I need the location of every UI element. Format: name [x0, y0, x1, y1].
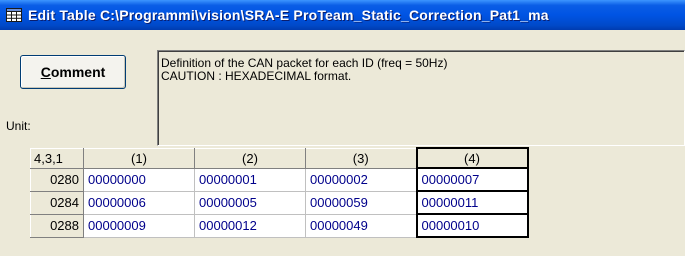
row-header[interactable]: 0284 [30, 190, 84, 215]
comment-button-mnemonic: C [40, 64, 51, 80]
row-header[interactable]: 0288 [30, 213, 84, 238]
table-cell[interactable]: 00000012 [194, 214, 306, 238]
row-header[interactable]: 0280 [30, 167, 84, 192]
grid-corner-header: 4,3,1 [30, 147, 84, 169]
column-header-1[interactable]: (1) [83, 147, 195, 169]
comment-button-label: omment [50, 64, 106, 80]
table-cell[interactable]: 00000059 [305, 191, 417, 215]
table-row: 0288 00000009 00000012 00000049 00000010 [30, 213, 529, 238]
table-row: 0280 00000000 00000001 00000002 00000007 [30, 167, 529, 192]
table-cell[interactable]: 00000009 [83, 214, 195, 238]
table-app-icon [6, 8, 22, 22]
table-cell[interactable]: 00000005 [194, 191, 306, 215]
comment-text[interactable]: Definition of the CAN packet for each ID… [157, 50, 685, 146]
column-header-4[interactable]: (4) [415, 147, 529, 169]
window-title: Edit Table C:\Programmi\vision\SRA-E Pro… [28, 7, 549, 23]
comment-button[interactable]: Comment [20, 55, 126, 89]
table-cell[interactable]: 00000007 [415, 167, 529, 192]
data-grid: 4,3,1 (1) (2) (3) (4) 0280 00000000 0000… [30, 147, 529, 238]
table-cell[interactable]: 00000049 [305, 214, 417, 238]
table-cell[interactable]: 00000011 [415, 190, 529, 215]
table-cell[interactable]: 00000002 [305, 168, 417, 192]
table-row: 0284 00000006 00000005 00000059 00000011 [30, 190, 529, 215]
table-cell[interactable]: 00000000 [83, 168, 195, 192]
table-cell[interactable]: 00000006 [83, 191, 195, 215]
column-header-2[interactable]: (2) [194, 147, 306, 169]
title-bar[interactable]: Edit Table C:\Programmi\vision\SRA-E Pro… [0, 0, 685, 30]
unit-label: Unit: [6, 119, 31, 133]
table-cell[interactable]: 00000001 [194, 168, 306, 192]
column-header-3[interactable]: (3) [305, 147, 417, 169]
table-cell[interactable]: 00000010 [415, 213, 529, 238]
